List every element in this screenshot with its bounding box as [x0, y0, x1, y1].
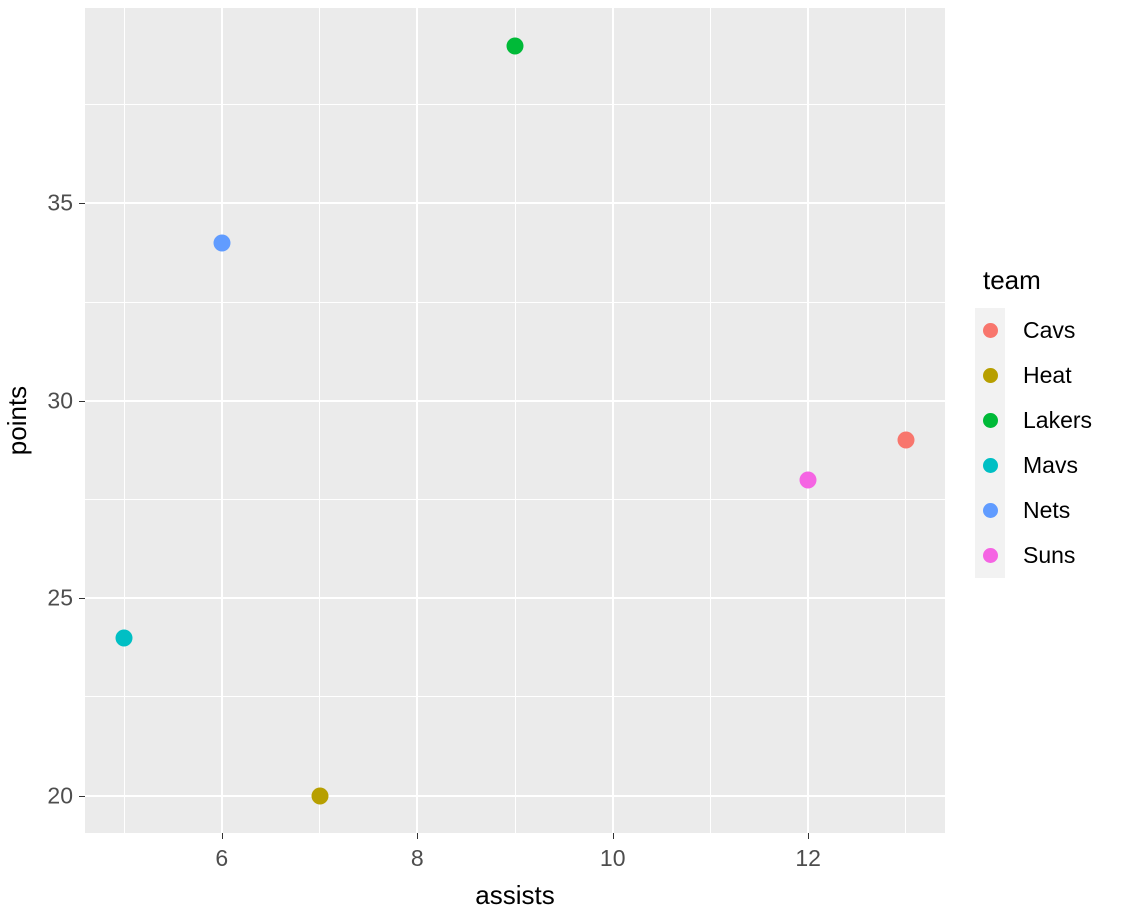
- legend-item-label: Suns: [1023, 542, 1076, 568]
- y-axis-tick-label: 25: [47, 584, 73, 611]
- legend-color-swatch: [982, 323, 998, 338]
- legend-color-swatch: [982, 503, 998, 518]
- scatter-plot-figure: 6 8 10 12 20 25 30 35 assists points team Cavs H…: [0, 0, 1132, 921]
- x-axis-tick-mark: [612, 833, 614, 839]
- legend-item: Heat: [975, 353, 1092, 398]
- legend-items: Cavs Heat Lakers Mavs Nets Suns: [975, 308, 1092, 578]
- legend-color-swatch: [982, 368, 998, 383]
- legend-key-background: [975, 533, 1005, 578]
- legend-key-background: [975, 308, 1005, 353]
- legend-key-background: [975, 398, 1005, 443]
- gridline-vertical-major: [807, 8, 810, 833]
- x-axis-tick-mark: [808, 833, 810, 839]
- gridline-vertical-major: [220, 8, 223, 833]
- legend-item: Cavs: [975, 308, 1092, 353]
- legend-color-swatch: [982, 458, 998, 473]
- legend-item: Suns: [975, 533, 1092, 578]
- gridline-vertical-minor: [514, 8, 516, 833]
- legend-item: Lakers: [975, 398, 1092, 443]
- x-axis-title: assists: [475, 880, 555, 910]
- gridline-horizontal-major: [85, 202, 945, 205]
- x-axis-tick-mark: [417, 833, 419, 839]
- gridline-vertical-minor: [709, 8, 711, 833]
- x-axis-tick-mark: [221, 833, 223, 839]
- data-point: [311, 787, 329, 804]
- y-axis-title: points: [0, 8, 36, 833]
- gridline-vertical-major: [416, 8, 419, 833]
- data-point: [115, 629, 133, 647]
- gridline-horizontal-minor: [85, 696, 945, 698]
- y-axis-tick-label: 30: [47, 387, 73, 414]
- gridline-horizontal-minor: [85, 498, 945, 500]
- x-axis-tick-label: 8: [410, 845, 424, 871]
- legend-color-swatch: [982, 548, 998, 563]
- gridline-vertical-minor: [905, 8, 907, 833]
- legend-key-background: [975, 443, 1005, 488]
- legend-item-label: Cavs: [1023, 317, 1076, 343]
- data-point: [506, 37, 524, 54]
- y-axis-tick-label: 20: [47, 782, 73, 808]
- y-axis-tick-mark: [79, 400, 85, 402]
- x-axis-tick-label: 10: [599, 845, 626, 871]
- legend-key-background: [975, 488, 1005, 533]
- data-point: [799, 471, 817, 489]
- legend: team Cavs Heat Lakers Mavs Nets Suns: [975, 265, 1092, 578]
- legend-item-label: Lakers: [1023, 407, 1093, 433]
- legend-key-background: [975, 353, 1005, 398]
- y-axis-tick-mark: [79, 598, 85, 600]
- y-axis-title-text: points: [2, 385, 33, 456]
- x-axis-tick-label: 6: [215, 845, 229, 871]
- legend-item: Nets: [975, 488, 1092, 533]
- legend-item-label: Nets: [1023, 497, 1071, 523]
- gridline-horizontal-major: [85, 794, 945, 797]
- legend-color-swatch: [982, 413, 998, 428]
- gridline-vertical-minor: [123, 8, 125, 833]
- data-point: [213, 234, 231, 252]
- gridline-horizontal-major: [85, 399, 945, 402]
- gridline-vertical-major: [611, 8, 614, 833]
- gridline-vertical-minor: [319, 8, 321, 833]
- legend-item: Mavs: [975, 443, 1092, 488]
- y-axis-tick-mark: [79, 795, 85, 797]
- legend-item-label: Mavs: [1023, 452, 1078, 478]
- gridline-horizontal-minor: [85, 104, 945, 106]
- x-axis-tick-label: 12: [795, 845, 821, 871]
- plot-panel: [85, 8, 945, 833]
- gridline-horizontal-major: [85, 597, 945, 600]
- legend-item-label: Heat: [1023, 362, 1072, 388]
- gridline-horizontal-minor: [85, 301, 945, 303]
- data-point: [897, 431, 915, 449]
- y-axis-tick-mark: [79, 203, 85, 205]
- legend-title: team: [983, 265, 1041, 295]
- y-axis-tick-label: 35: [47, 189, 73, 216]
